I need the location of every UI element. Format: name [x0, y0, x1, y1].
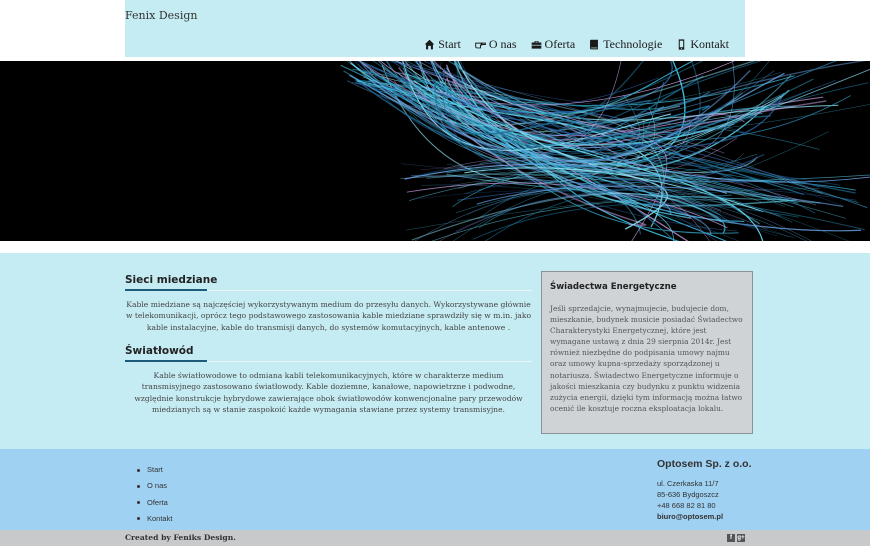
company-street: ul. Czerkaska 11/7 — [657, 479, 719, 488]
nav-item-o-nas[interactable]: O nas — [475, 37, 517, 52]
google-plus-icon[interactable]: g+ — [737, 534, 745, 542]
nav-item-label: Kontakt — [690, 37, 729, 51]
nav-item-oferta[interactable]: Oferta — [531, 37, 576, 52]
article-copper: Sieci miedziane Kable miedziane są najcz… — [125, 274, 532, 333]
nav-item-label: Oferta — [544, 37, 576, 51]
bottom-bar: Created by Feniks Design. f g+ — [0, 530, 870, 546]
facebook-icon[interactable]: f — [727, 534, 735, 542]
nav-item-label: Start — [438, 37, 461, 51]
hero-fiber-illustration — [340, 61, 870, 241]
company-phone: +48 668 82 81 80 — [657, 501, 716, 510]
article-title: Sieci miedziane — [125, 274, 218, 286]
mobile-phone-icon — [679, 39, 685, 50]
home-icon — [424, 39, 435, 50]
main-content: Sieci miedziane Kable miedziane są najcz… — [0, 253, 870, 449]
title-divider — [125, 289, 532, 291]
article-body: Kable światłowodowe to odmiana kabli tel… — [134, 371, 523, 415]
book-icon — [590, 39, 599, 50]
social-links: f g+ — [727, 534, 745, 542]
main-nav: Start O nas Oferta Technologie Kontakt — [424, 37, 729, 52]
site-brand[interactable]: Fenix Design — [125, 9, 197, 22]
credit-text: Created by Feniks Design. — [125, 533, 236, 542]
aside-title: Świadectwa Energetyczne — [550, 282, 677, 292]
nav-item-kontakt[interactable]: Kontakt — [676, 37, 729, 52]
title-divider — [125, 360, 532, 362]
company-city: 85-636 Bydgoszcz — [657, 490, 719, 499]
briefcase-icon — [531, 41, 541, 49]
company-name: Optosem Sp. z o.o. — [657, 458, 752, 470]
energy-certificate-box: Świadectwa Energetyczne Jeśli sprzedajci… — [541, 271, 753, 434]
company-email[interactable]: biuro@optosem.pl — [657, 511, 752, 522]
aside-body: Jeśli sprzedajcie, wynajmujecie, budujec… — [550, 304, 743, 413]
article-title: Światłowód — [125, 345, 194, 357]
hand-pointer-icon — [475, 42, 486, 49]
footer-nav: Start O nas Oferta Kontakt — [137, 465, 172, 530]
nav-item-start[interactable]: Start — [424, 37, 461, 52]
article-fiber: Światłowód Kable światłowodowe to odmian… — [125, 345, 532, 416]
site-header: Fenix Design Start O nas Oferta Technolo… — [125, 0, 745, 57]
company-info: Optosem Sp. z o.o. ul. Czerkaska 11/7 85… — [657, 458, 752, 522]
footer-link-o-nas[interactable]: O nas — [137, 481, 172, 497]
footer-link-kontakt[interactable]: Kontakt — [137, 514, 172, 530]
hero-banner — [0, 61, 870, 241]
nav-item-technologie[interactable]: Technologie — [589, 37, 662, 52]
article-body: Kable miedziane są najczęściej wykorzyst… — [125, 300, 532, 332]
nav-item-label: Technologie — [603, 37, 663, 51]
footer-link-start[interactable]: Start — [137, 465, 172, 481]
nav-item-label: O nas — [488, 37, 517, 51]
site-footer: Start O nas Oferta Kontakt Optosem Sp. z… — [0, 449, 870, 530]
footer-link-oferta[interactable]: Oferta — [137, 498, 172, 514]
